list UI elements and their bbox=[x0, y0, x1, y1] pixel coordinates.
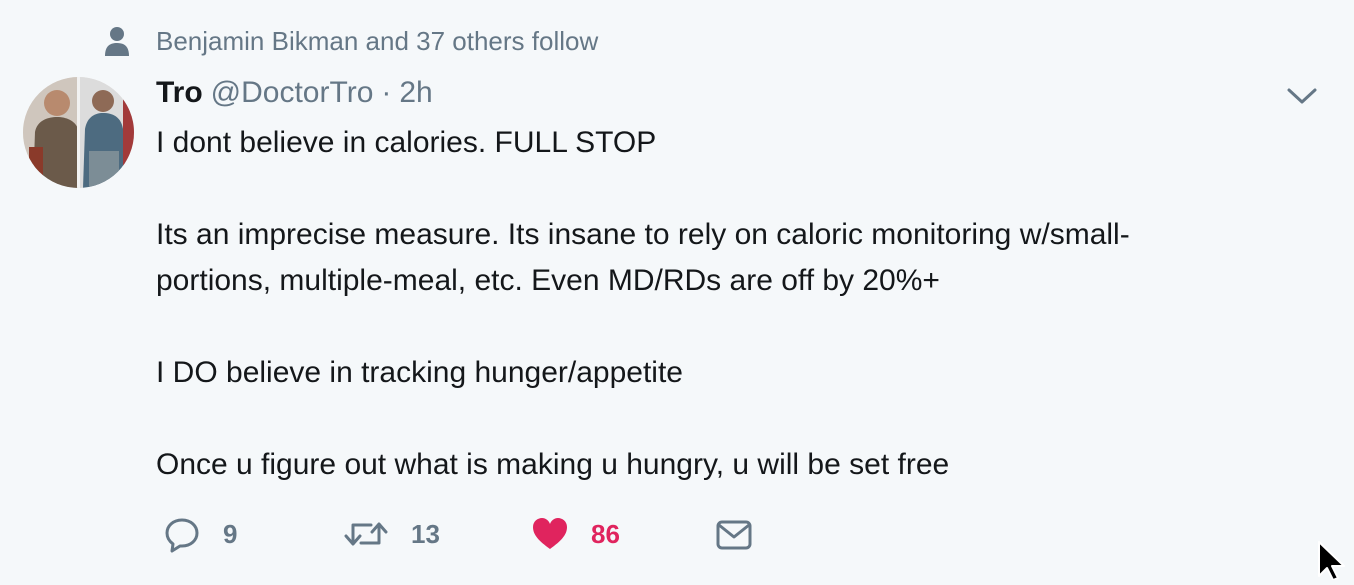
tweet-paragraph: I DO believe in tracking hunger/appetite bbox=[156, 356, 683, 389]
like-count: 86 bbox=[591, 518, 620, 549]
author-handle[interactable]: @DoctorTro bbox=[211, 76, 374, 110]
chevron-down-icon[interactable] bbox=[1285, 84, 1319, 108]
retweet-button[interactable]: 13 bbox=[343, 512, 440, 556]
social-context: Benjamin Bikman and 37 others follow bbox=[104, 24, 598, 58]
tweet-paragraph: Its an imprecise measure. Its insane to … bbox=[156, 218, 1130, 297]
reply-count: 9 bbox=[223, 518, 238, 549]
speech-bubble-icon bbox=[163, 515, 201, 553]
tweet-header: Tro @DoctorTro · 2h bbox=[156, 76, 433, 114]
person-icon bbox=[104, 26, 130, 56]
header-separator: · bbox=[381, 76, 392, 109]
direct-message-button[interactable] bbox=[715, 512, 753, 556]
envelope-icon bbox=[715, 515, 753, 553]
heart-icon bbox=[531, 515, 569, 553]
like-button[interactable]: 86 bbox=[531, 512, 620, 556]
author-name[interactable]: Tro bbox=[156, 76, 203, 110]
tweet-text: I dont believe in calories. FULL STOP It… bbox=[156, 120, 1276, 488]
social-context-text[interactable]: Benjamin Bikman and 37 others follow bbox=[156, 26, 598, 57]
tweet[interactable]: Benjamin Bikman and 37 others follow Tro… bbox=[0, 0, 1354, 581]
reply-button[interactable]: 9 bbox=[163, 512, 237, 556]
tweet-paragraph: Once u figure out what is making u hungr… bbox=[156, 448, 950, 481]
tweet-timestamp[interactable]: 2h bbox=[399, 76, 432, 110]
mouse-pointer-icon bbox=[1316, 540, 1348, 581]
retweet-arrows-icon bbox=[343, 515, 389, 553]
avatar[interactable] bbox=[23, 77, 134, 188]
tweet-paragraph: I dont believe in calories. FULL STOP bbox=[156, 126, 657, 159]
retweet-count: 13 bbox=[411, 518, 440, 549]
